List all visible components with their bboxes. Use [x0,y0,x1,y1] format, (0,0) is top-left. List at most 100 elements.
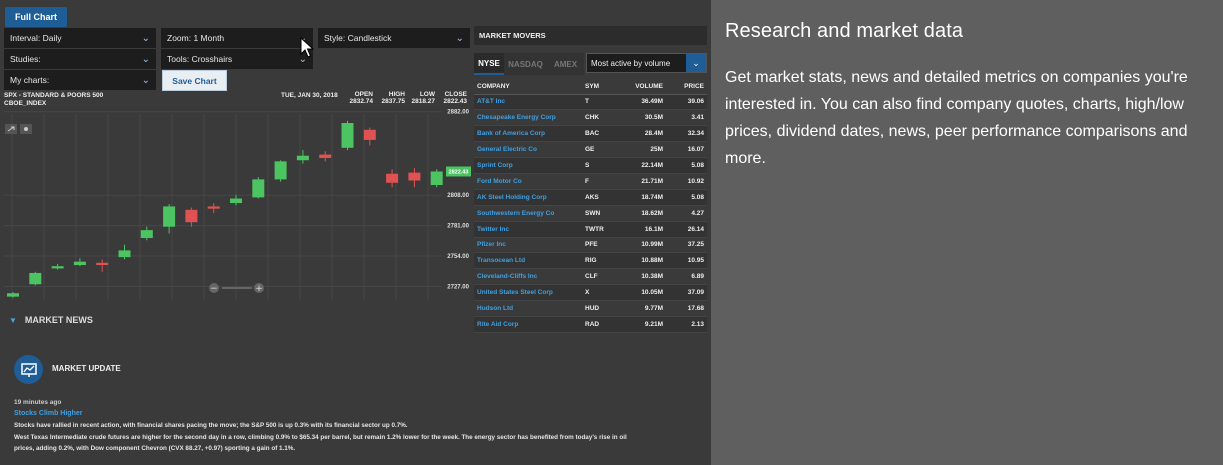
company-cell[interactable]: Bank of America Corp [474,125,582,143]
symbol-cell: T [582,94,620,111]
settings-icon[interactable] [20,124,32,134]
tools-dropdown[interactable]: Tools: Crosshairs ⌄ [161,49,313,69]
volume-cell: 22.14M [620,157,666,174]
volume-cell: 10.05M [620,284,666,302]
table-row[interactable]: Southwestern Energy Co SWN 18.62M 4.27 [474,205,707,222]
table-row[interactable]: Rite Aid Corp RAD 9.21M 2.13 [474,316,707,333]
volume-cell: 9.21M [620,316,666,333]
candle-body [207,206,220,209]
table-row[interactable]: Ford Motor Co F 21.71M 10.92 [474,173,707,190]
company-cell[interactable]: Cleveland-Cliffs Inc [474,268,582,286]
zoom-dropdown[interactable]: Zoom: 1 Month ⌄ [161,28,313,48]
tab-amex[interactable]: AMEX [547,53,584,75]
company-cell[interactable]: Pfizer Inc [474,237,582,254]
save-chart-button[interactable]: Save Chart [162,70,227,91]
chevron-down-icon: ⌄ [686,54,706,72]
candle-body [73,261,86,266]
price-cell: 32.34 [666,125,707,143]
y-tick-label: 2781.00 [447,224,469,230]
symbol-cell: AKS [582,189,620,206]
news-headline-link[interactable]: Stocks Climb Higher [14,410,82,417]
price-cell: 4.27 [666,205,707,222]
company-cell[interactable]: United States Steel Corp [474,284,582,302]
price-cell: 5.08 [666,157,707,174]
chart-exchange: CBOE_INDEX [4,100,47,107]
candle [363,127,376,146]
open-value: 2832.74 [349,98,374,105]
price-cell: 37.09 [666,284,707,302]
my-charts-dropdown[interactable]: My charts: ⌄ [4,70,156,90]
table-row[interactable]: Pfizer Inc PFE 10.99M 37.25 [474,237,707,254]
symbol-cell: S [582,157,620,174]
zoom-value: Zoom: 1 Month [167,33,225,43]
table-row[interactable]: Chesapeake Energy Corp CHK 30.5M 3.41 [474,109,707,127]
studies-dropdown[interactable]: Studies: ⌄ [4,49,156,69]
symbol-cell: GE [582,141,620,159]
company-cell[interactable]: Ford Motor Co [474,173,582,190]
table-row[interactable]: AK Steel Holding Corp AKS 18.74M 5.08 [474,189,707,206]
symbol-cell: HUD [582,300,620,317]
price-cell: 3.41 [666,109,707,127]
col-sym: SYM [582,79,620,95]
col-volume: VOLUME [620,79,666,95]
y-axis: 2882.00 2808.00 2781.00 2754.00 2727.00 2822.… [446,110,471,290]
symbol-cell: F [582,173,620,190]
price-cell: 10.95 [666,252,707,270]
market-news-toggle[interactable]: ▼ MARKET NEWS [9,315,93,325]
company-cell[interactable]: Chesapeake Energy Corp [474,109,582,127]
interval-dropdown[interactable]: Interval: Daily ⌄ [4,28,156,48]
volume-cell: 28.4M [620,125,666,143]
company-cell[interactable]: AT&T Inc [474,94,582,111]
symbol-cell: PFE [582,237,620,254]
tab-nasdaq[interactable]: NASDAQ [504,53,547,75]
company-cell[interactable]: General Electric Co [474,141,582,159]
triangle-down-icon: ▼ [9,315,17,325]
candle-body [96,262,109,266]
company-cell[interactable]: Southwestern Energy Co [474,205,582,222]
candle [207,203,220,214]
table-row[interactable]: Transocean Ltd RIG 10.88M 10.95 [474,252,707,270]
candle-body [363,129,376,140]
company-cell[interactable]: AK Steel Holding Corp [474,189,582,206]
candle [7,292,19,298]
screenshot-panel: Full Chart Interval: Daily ⌄ Zoom: 1 Mon… [0,0,711,465]
style-dropdown[interactable]: Style: Candlestick ⌄ [318,28,470,48]
chart-grid [4,111,442,300]
symbol-cell: SWN [582,205,620,222]
table-row[interactable]: General Electric Co GE 25M 16.07 [474,141,707,159]
full-chart-button[interactable]: Full Chart [5,7,67,27]
my-charts-value: My charts: [10,75,50,85]
company-cell[interactable]: Transocean Ltd [474,252,582,270]
movers-filter-select[interactable]: Most active by volume ⌄ [586,53,707,73]
company-cell[interactable]: Hudson Ltd [474,300,582,317]
col-company: COMPANY [474,79,582,95]
table-row[interactable]: Cleveland-Cliffs Inc CLF 10.38M 6.89 [474,268,707,286]
table-row[interactable]: United States Steel Corp X 10.05M 37.09 [474,284,707,302]
company-cell[interactable]: Rite Aid Corp [474,316,582,333]
table-row[interactable]: Sprint Corp S 22.14M 5.08 [474,157,707,174]
movers-filter-value: Most active by volume [591,58,671,68]
company-cell[interactable]: Sprint Corp [474,157,582,174]
candle [296,150,309,164]
company-cell[interactable]: Twitter Inc [474,221,582,238]
symbol-cell: CHK [582,109,620,127]
table-row[interactable]: Hudson Ltd HUD 9.77M 17.68 [474,300,707,317]
candle [252,177,265,199]
news-timestamp: 19 minutes ago [14,399,62,406]
news-text-line-1: Stocks have rallied in recent action, wi… [14,422,408,429]
candle-body [274,161,287,180]
candle [29,271,42,286]
interval-value: Interval: Daily [10,33,62,43]
candlestick-chart[interactable]: 2882.00 2808.00 2781.00 2754.00 2727.00 2822.… [0,108,472,306]
candle-body [386,173,399,183]
table-row[interactable]: AT&T Inc T 36.49M 39.06 [474,94,707,111]
tab-nyse[interactable]: NYSE [474,53,504,75]
table-row[interactable]: Bank of America Corp BAC 28.4M 32.34 [474,125,707,143]
table-row[interactable]: Twitter Inc TWTR 16.1M 26.14 [474,221,707,238]
candle [163,204,176,234]
expand-icon[interactable] [5,124,17,134]
price-cell: 37.25 [666,237,707,254]
price-cell: 39.06 [666,94,707,111]
volume-cell: 9.77M [620,300,666,317]
candle-body [296,155,309,161]
